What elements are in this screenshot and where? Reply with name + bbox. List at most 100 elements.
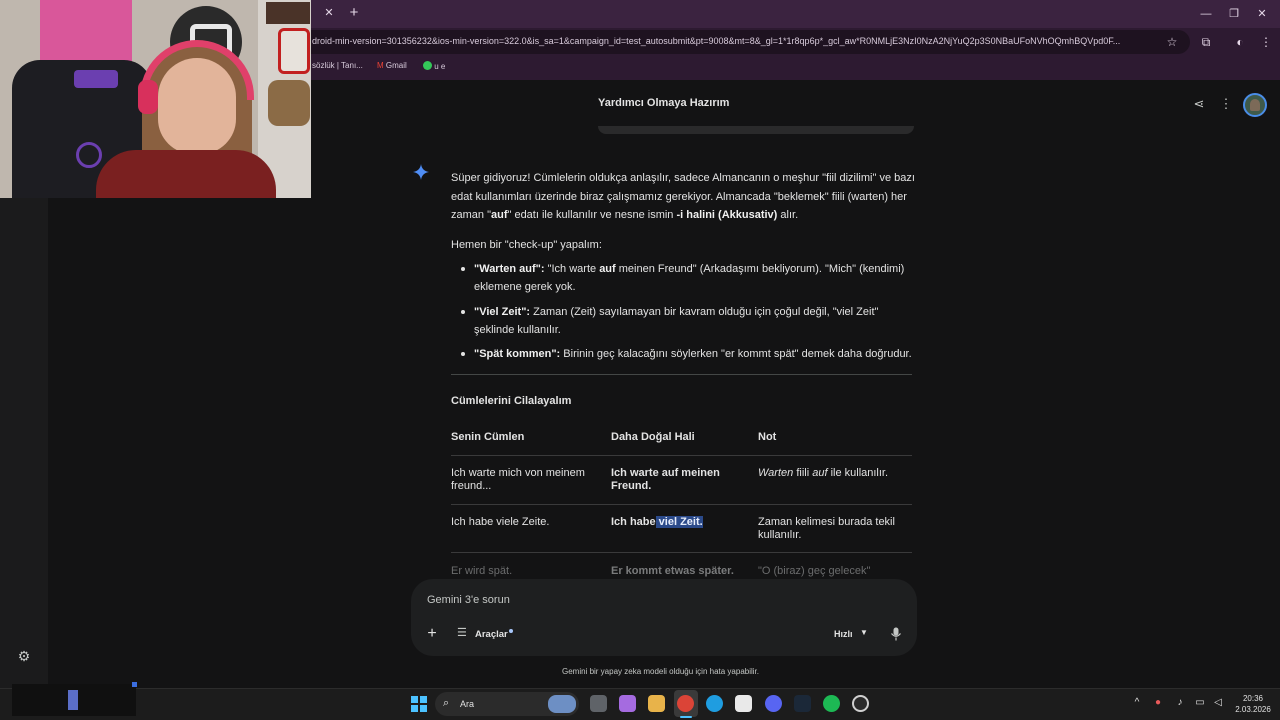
checkup-line: Hemen bir "check-up" yapalım: [451,239,602,251]
cell-text: Freund. [611,480,652,492]
obs-icon[interactable] [852,695,869,712]
taskbar-clock[interactable]: 20:36 2.03.2026 [1230,693,1276,715]
user-avatar[interactable] [1243,93,1267,117]
url-text[interactable]: droid-min-version=301356232&ios-min-vers… [312,36,1160,50]
chevron-up-icon[interactable]: ^ [1131,697,1143,709]
tab-close-icon[interactable]: ✕ [322,6,336,20]
steam-icon[interactable] [794,695,811,712]
profile-icon[interactable]: ◐ [1232,34,1248,50]
bullet-spat-kommen: "Spät kommen": Birinin geç kalacağını sö… [474,345,914,364]
selected-text[interactable]: viel Zeit. [655,516,703,528]
bullet-dot [461,310,465,314]
extensions-icon[interactable]: ⧉ [1198,34,1214,50]
tools-button[interactable]: Araçlar [475,629,508,640]
bullet-term: "Warten auf": [474,263,545,275]
intro-line-3: zaman "auf" edatı ile kullanılır ve nesn… [451,206,798,225]
bullet-viel-zeit: "Viel Zeit": Zaman (Zeit) sayılamayan bi… [474,303,914,322]
cell-text: Zaman kelimesi burada tekil [758,516,895,528]
bullet-term: "Spät kommen": [474,348,561,360]
microphone-icon[interactable] [890,627,902,641]
model-selector[interactable]: Hızlı [834,629,853,639]
start-tile [420,705,427,712]
add-attachment-icon[interactable]: + [424,626,440,642]
gemini-sparkle-icon [413,164,429,180]
restore-icon[interactable]: ❐ [1224,6,1244,22]
intro-line-1: Süper gidiyoruz! Cümlelerin oldukça anla… [451,172,915,184]
table-cell-note: Warten fiili auf ile kullanılır. [758,467,888,480]
cell-text: Ich warte mich von meinem [451,467,585,479]
webcam-figure [266,2,310,24]
intro-text: alır. [777,209,799,221]
cell-text: Ich habe [611,516,656,528]
bookmark-ue[interactable]: u e [423,61,445,73]
table-cell-note: "O (biraz) geç gelecek" [758,565,871,577]
taskbar-thumbnail [68,690,78,710]
webcam-figure [268,80,310,126]
table-cell-natural: Er kommt etwas später. [611,565,734,577]
ai-disclaimer: Gemini bir yapay zeka modeli olduğu için… [562,667,759,676]
cell-text: fiili [793,467,813,479]
windows-start-icon[interactable] [411,696,427,712]
bookmark-ue-label: u e [434,62,446,71]
prompt-composer[interactable] [411,579,917,656]
new-tab-icon[interactable]: + [346,5,362,21]
display-icon[interactable]: ▭ [1194,697,1206,709]
bookmark-star-icon[interactable]: ☆ [1165,35,1179,49]
file-explorer-icon[interactable] [648,695,665,712]
share-icon[interactable]: ⋖ [1191,96,1207,112]
bullet-viel-zeit-line-2: şeklinde kullanılır. [474,324,561,336]
tools-new-badge [509,629,513,633]
table-header-note: Not [758,431,777,443]
prompt-input[interactable]: Gemini 3'e sorun [427,594,510,606]
bookmark-sozluk[interactable]: sözlük | Tanı... [312,61,363,73]
copilot-icon[interactable] [619,695,636,712]
cell-text: ile kullanılır. [827,467,889,479]
browser-menu-icon[interactable]: ⋮ [1258,34,1274,50]
chevron-down-icon[interactable]: ▼ [859,628,869,638]
taskbar [0,688,1280,720]
bullet-warten-auf-line-2: eklemene gerek yok. [474,281,576,293]
cell-italic: Warten [758,467,794,479]
tools-icon[interactable]: ☰ [457,627,470,640]
active-app-indicator [680,716,692,718]
bullet-bold: auf [599,263,616,275]
volume-icon[interactable]: ◁ [1212,697,1224,709]
taskbar-indicator [132,682,137,687]
discord-icon[interactable] [765,695,782,712]
settings-gear-icon[interactable]: ⚙ [16,648,32,664]
start-tile [420,696,427,703]
divider [451,374,912,375]
webcam-figure [278,28,310,74]
table-cell-original: Ich warte mich von meinem freund... [451,467,585,493]
bullet-text: Birinin geç kalacağını söylerken "er kom… [560,348,912,360]
webcam-person-shirt [96,150,276,198]
intro-line-2: edat kullanımları üzerinde biraz çalışma… [451,191,907,203]
table-row-line [451,504,912,505]
green-dot-icon [423,61,432,70]
edge-icon[interactable] [706,695,723,712]
task-view-icon[interactable] [590,695,607,712]
table-cell-original: Er wird spät. [451,565,513,577]
table-header-original: Senin Cümlen [451,431,525,443]
store-icon[interactable] [735,695,752,712]
more-options-icon[interactable]: ⋮ [1219,96,1233,112]
bullet-dot [461,267,465,271]
chrome-icon[interactable] [677,695,694,712]
clock-time: 20:36 [1242,694,1264,703]
bookmark-gmail[interactable]: M Gmail [377,61,407,73]
webcam-overlay [0,0,311,198]
minimize-icon[interactable]: — [1196,6,1216,22]
bullet-term: "Viel Zeit": [474,306,531,318]
cell-text: kullanılır. [758,529,802,541]
cell-text: freund... [451,480,492,492]
search-highlight-art [548,695,576,713]
intro-text: zaman " [451,209,491,221]
close-window-icon[interactable]: ✕ [1252,6,1272,22]
mic-tray-icon[interactable]: ♪ [1174,697,1186,709]
security-icon[interactable]: ● [1152,697,1164,709]
spotify-icon[interactable] [823,695,840,712]
bullet-text: "Ich warte [544,263,600,275]
search-icon: ⌕ [443,697,450,709]
cell-text: Ich warte auf meinen [611,467,720,479]
taskbar-search-label[interactable]: Ara [460,699,474,709]
